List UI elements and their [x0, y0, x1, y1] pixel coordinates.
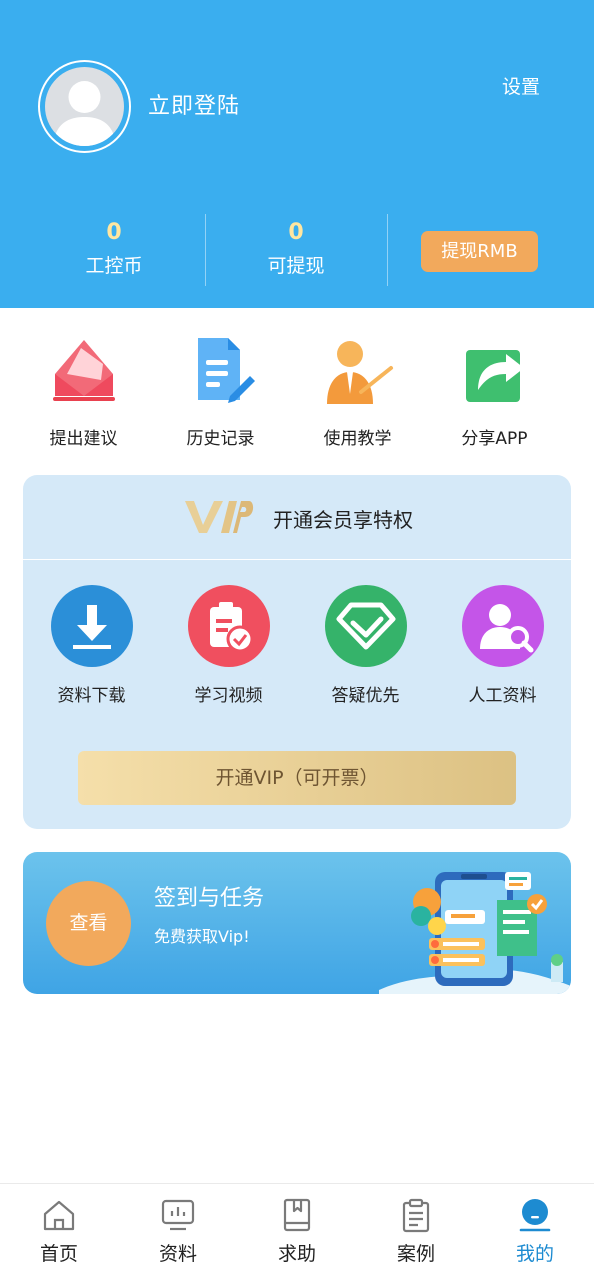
avatar[interactable] [45, 67, 124, 146]
benefit-circle [324, 585, 407, 667]
benefit-circle [50, 585, 133, 667]
profile-header: 立即登陆 设置 0 工控币 0 可提现 提现RMB [0, 0, 594, 308]
book-bookmark-icon [283, 1198, 311, 1232]
quick-action-label: 历史记录 [186, 429, 255, 449]
nav-label: 首页 [39, 1243, 78, 1265]
phone-tasks-illustration-icon [379, 872, 571, 994]
nav-item-cases[interactable]: 案例 [357, 1184, 475, 1280]
vip-logo-icon [185, 501, 254, 533]
sign-in-task-banner[interactable]: 查看 签到与任务 免费获取Vip! [23, 852, 571, 994]
vip-benefit-download[interactable]: 资料下载 [23, 585, 160, 706]
nav-item-mine[interactable]: 我的 [476, 1184, 594, 1280]
teacher-icon [326, 341, 393, 404]
user-search-icon [479, 604, 533, 653]
login-link[interactable]: 立即登陆 [148, 88, 240, 120]
home-icon [43, 1200, 75, 1231]
quick-action-label: 使用教学 [323, 429, 392, 449]
nav-label: 案例 [396, 1243, 435, 1265]
vip-headline: 开通会员享特权 [273, 508, 413, 532]
nav-item-home[interactable]: 首页 [0, 1184, 118, 1280]
task-banner-title: 签到与任务 [154, 886, 265, 911]
withdrawable-stat[interactable]: 0 可提现 [226, 218, 366, 284]
quick-action-label: 分享APP [461, 429, 528, 449]
profile-icon [519, 1199, 551, 1232]
quick-action-suggestion[interactable]: 提出建议 [15, 334, 152, 449]
vip-benefit-label: 学习视频 [194, 686, 263, 706]
nav-label: 求助 [277, 1243, 316, 1265]
vip-benefit-manual[interactable]: 人工资料 [434, 585, 571, 706]
withdraw-rmb-button[interactable]: 提现RMB [421, 231, 538, 272]
clipboard-icon [402, 1198, 430, 1233]
quick-actions: 提出建议 历史记录 使用教学 分享APP [15, 334, 579, 454]
coin-stat[interactable]: 0 工控币 [44, 218, 184, 284]
nav-item-materials[interactable]: 资料 [119, 1184, 237, 1280]
envelope-icon [52, 340, 115, 401]
nav-label: 资料 [158, 1243, 197, 1265]
quick-action-share[interactable]: 分享APP [426, 334, 563, 449]
vip-benefit-label: 答疑优先 [331, 686, 400, 706]
withdrawable-label: 可提现 [267, 255, 325, 277]
nav-label: 我的 [515, 1243, 554, 1265]
clipboard-check-icon [209, 602, 253, 653]
vip-benefit-priority[interactable]: 答疑优先 [297, 585, 434, 706]
vip-benefit-label: 人工资料 [468, 686, 537, 706]
task-banner-subtitle: 免费获取Vip! [154, 927, 250, 946]
quick-action-label: 提出建议 [49, 429, 118, 449]
default-avatar-icon [53, 81, 116, 146]
diamond-icon [336, 602, 395, 650]
document-edit-icon [197, 338, 255, 403]
coin-count: 0 [106, 220, 122, 245]
stat-divider [205, 214, 206, 286]
withdrawable-count: 0 [288, 220, 304, 245]
view-tasks-button[interactable]: 查看 [46, 881, 131, 966]
vip-benefit-label: 资料下载 [57, 686, 126, 706]
avatar-frame[interactable] [38, 60, 131, 153]
benefit-circle [187, 585, 270, 667]
vip-benefit-video[interactable]: 学习视频 [160, 585, 297, 706]
nav-item-help[interactable]: 求助 [238, 1184, 356, 1280]
chart-board-icon [161, 1199, 195, 1231]
settings-link[interactable]: 设置 [502, 72, 540, 99]
bottom-nav: 首页 资料 求助 案例 我的 [0, 1183, 594, 1280]
stat-divider [387, 214, 388, 286]
quick-action-tutorial[interactable]: 使用教学 [289, 334, 426, 449]
vip-card: 开通会员享特权 资料下载 学习视频 答疑优先 人工资料 开通VIP（可开票） [23, 475, 571, 829]
coin-label: 工控币 [85, 255, 143, 277]
vip-card-header: 开通会员享特权 [23, 475, 571, 560]
share-arrow-icon [465, 350, 524, 402]
benefit-circle [461, 585, 544, 667]
open-vip-button[interactable]: 开通VIP（可开票） [78, 751, 516, 805]
download-icon [72, 605, 111, 649]
quick-action-history[interactable]: 历史记录 [152, 334, 289, 449]
